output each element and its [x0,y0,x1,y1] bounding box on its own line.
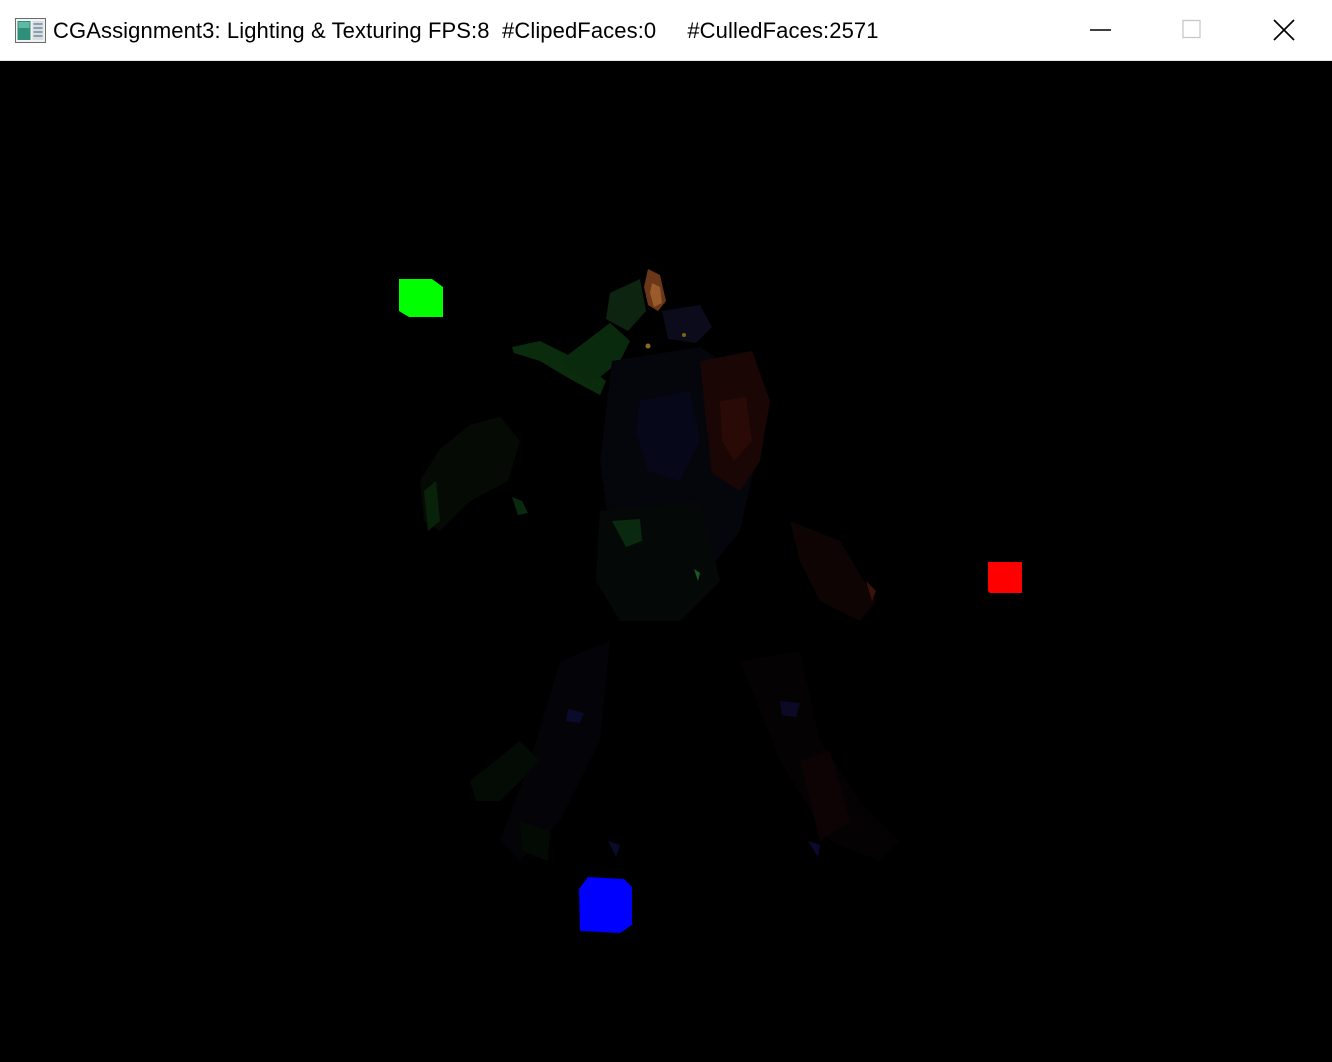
close-button[interactable] [1238,0,1330,60]
blue-light-cube [579,877,632,933]
maximize-button[interactable] [1146,0,1238,60]
green-light-cube [399,279,443,317]
window-title: CGAssignment3: Lighting & Texturing FPS:… [53,18,879,43]
maximize-icon [1182,19,1201,39]
red-light-cube [988,562,1022,593]
title-bar[interactable]: CGAssignment3: Lighting & Texturing FPS:… [0,0,1332,61]
minimize-icon [1090,29,1111,31]
application-window: CGAssignment3: Lighting & Texturing FPS:… [0,0,1332,1062]
minimize-button[interactable] [1055,0,1147,60]
scene-canvas[interactable] [0,61,1332,1062]
close-icon [1273,19,1295,41]
render-viewport[interactable] [0,61,1332,1062]
application-window-icon [15,18,46,43]
